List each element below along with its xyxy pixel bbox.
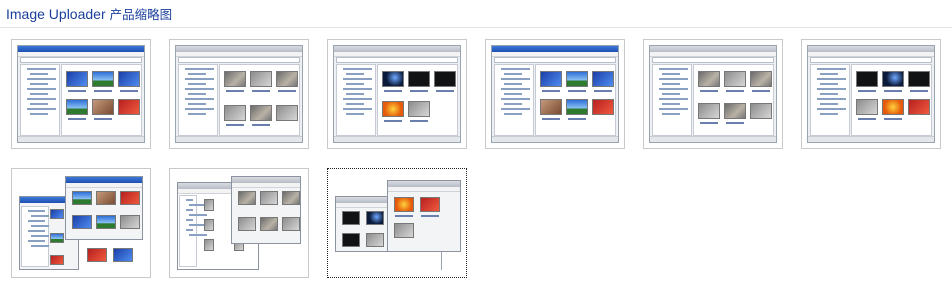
screenshot-preview	[807, 45, 935, 143]
thumbnail-8[interactable]	[169, 168, 309, 278]
thumbnail-5[interactable]	[643, 39, 783, 149]
screenshot-preview	[491, 45, 619, 143]
screenshot-preview	[333, 45, 461, 143]
thumbnail-4[interactable]	[485, 39, 625, 149]
thumbnail-1[interactable]	[11, 39, 151, 149]
thumbnail-6[interactable]	[801, 39, 941, 149]
screenshot-preview	[17, 174, 145, 272]
thumbnail-2[interactable]	[169, 39, 309, 149]
screenshot-preview	[175, 174, 303, 272]
screenshot-preview	[649, 45, 777, 143]
thumbnail-3[interactable]	[327, 39, 467, 149]
thumbnail-7[interactable]	[11, 168, 151, 278]
screenshot-preview	[17, 45, 145, 143]
thumbnail-gallery	[0, 0, 952, 292]
thumbnail-9[interactable]	[327, 168, 467, 278]
screenshot-preview	[175, 45, 303, 143]
screenshot-preview	[333, 174, 461, 272]
